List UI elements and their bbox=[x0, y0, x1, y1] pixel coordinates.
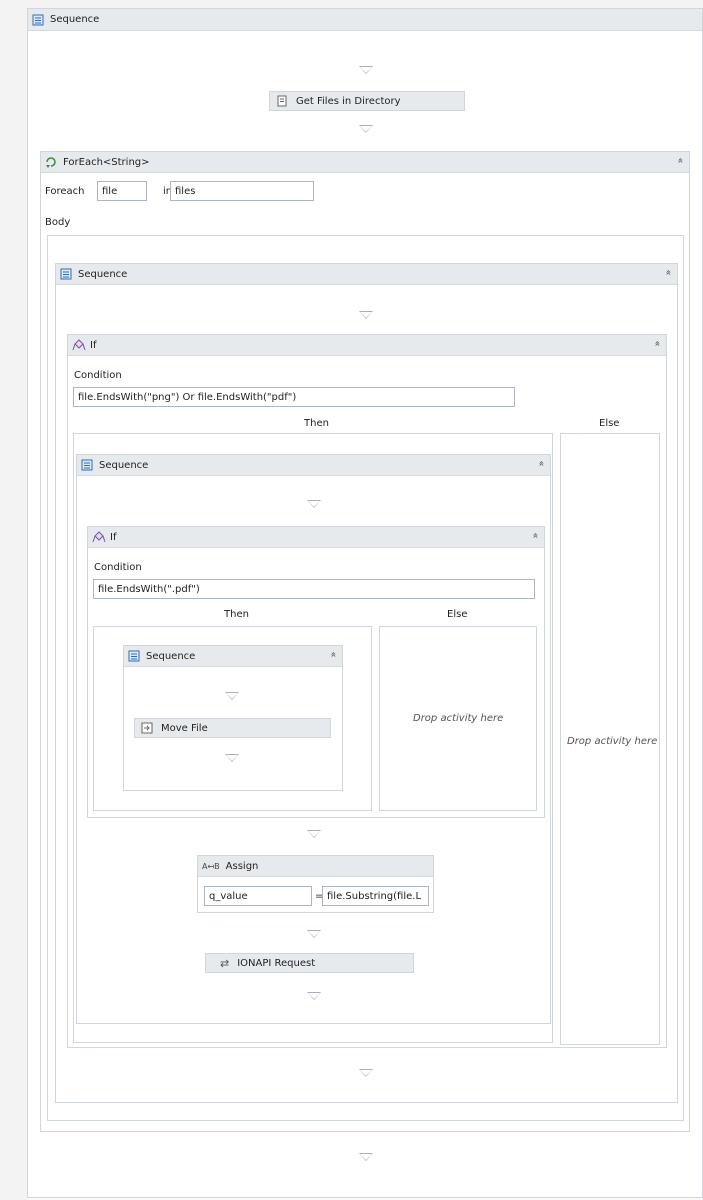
if-outer-then[interactable]: Sequence « If « Condition file.EndsWith(… bbox=[73, 433, 553, 1043]
condition-label: Condition bbox=[94, 562, 142, 573]
foreach-label: Foreach bbox=[45, 186, 85, 197]
drop-arrow-icon[interactable] bbox=[307, 992, 321, 1000]
then-label: Then bbox=[304, 418, 329, 429]
condition-field[interactable]: file.EndsWith("png") Or file.EndsWith("p… bbox=[73, 387, 515, 407]
foreach-icon bbox=[45, 156, 57, 168]
else-label: Else bbox=[599, 418, 620, 429]
collapse-icon[interactable]: « bbox=[651, 340, 662, 346]
drop-arrow-icon[interactable] bbox=[359, 311, 373, 319]
foreach-collection-field[interactable]: files bbox=[170, 181, 314, 201]
if-outer-title: If bbox=[90, 339, 97, 351]
move-file-activity[interactable]: Move File bbox=[134, 718, 331, 738]
if-inner-then[interactable]: Sequence « Move File bbox=[93, 626, 372, 811]
sequence-icon bbox=[128, 650, 140, 662]
foreach-item-field[interactable]: file bbox=[97, 181, 147, 201]
sequence-inner-title: Sequence bbox=[146, 650, 196, 662]
sequence-inner[interactable]: Sequence « Move File bbox=[123, 645, 343, 791]
get-files-activity[interactable]: Get Files in Directory bbox=[269, 91, 465, 111]
if-icon bbox=[92, 531, 106, 543]
drop-activity-placeholder: Drop activity here bbox=[567, 736, 658, 747]
if-outer-else[interactable]: Drop activity here bbox=[560, 433, 660, 1045]
else-label: Else bbox=[447, 609, 468, 620]
move-file-label: Move File bbox=[161, 722, 208, 734]
foreach-header[interactable]: ForEach<String> « bbox=[41, 152, 689, 173]
drop-arrow-icon[interactable] bbox=[359, 1153, 373, 1161]
ionapi-request-activity[interactable]: ⇄ IONAPI Request bbox=[205, 953, 414, 973]
drop-arrow-icon[interactable] bbox=[359, 66, 373, 74]
sequence-icon bbox=[32, 14, 44, 26]
if-icon bbox=[72, 339, 86, 351]
collapse-icon[interactable]: « bbox=[535, 460, 546, 466]
foreach-title: ForEach<String> bbox=[63, 156, 150, 168]
root-sequence-title: Sequence bbox=[50, 14, 100, 25]
assign-activity[interactable]: A↤B Assign q_value = file.Substring(file… bbox=[197, 855, 434, 913]
condition-label: Condition bbox=[74, 370, 122, 381]
root-sequence-header[interactable]: Sequence bbox=[28, 9, 702, 31]
sequence-then-title: Sequence bbox=[99, 459, 149, 471]
workflow-canvas: Sequence Get Files in Directory ForEach<… bbox=[27, 8, 703, 1200]
drop-arrow-icon[interactable] bbox=[225, 754, 239, 762]
sequence-outer[interactable]: Sequence « If « Condition file.EndsWith(… bbox=[55, 263, 678, 1103]
drop-arrow-icon[interactable] bbox=[307, 500, 321, 508]
body-label: Body bbox=[45, 217, 71, 228]
collapse-icon[interactable]: « bbox=[674, 157, 685, 163]
assign-icon: A↤B bbox=[202, 861, 220, 871]
if-inner-title: If bbox=[110, 531, 117, 543]
drop-arrow-icon[interactable] bbox=[225, 692, 239, 700]
condition-field[interactable]: file.EndsWith(".pdf") bbox=[93, 579, 535, 599]
sequence-then-header[interactable]: Sequence « bbox=[77, 455, 550, 476]
collapse-icon[interactable]: « bbox=[662, 269, 673, 275]
sequence-icon bbox=[60, 268, 72, 280]
sequence-icon bbox=[81, 459, 93, 471]
ionapi-label: IONAPI Request bbox=[237, 957, 316, 969]
drop-arrow-icon[interactable] bbox=[307, 830, 321, 838]
sequence-outer-title: Sequence bbox=[78, 268, 128, 280]
drop-arrow-icon[interactable] bbox=[359, 1069, 373, 1077]
ionapi-icon: ⇄ bbox=[220, 956, 230, 970]
sequence-outer-header[interactable]: Sequence « bbox=[56, 264, 677, 285]
if-outer-header[interactable]: If « bbox=[68, 335, 666, 356]
if-inner-else[interactable]: Drop activity here bbox=[379, 626, 537, 811]
drop-activity-placeholder: Drop activity here bbox=[413, 713, 504, 724]
if-inner[interactable]: If « Condition file.EndsWith(".pdf") The… bbox=[87, 526, 545, 818]
collapse-icon[interactable]: « bbox=[529, 532, 540, 538]
move-file-icon bbox=[141, 722, 153, 734]
sequence-inner-header[interactable]: Sequence « bbox=[124, 646, 342, 667]
if-outer[interactable]: If « Condition file.EndsWith("png") Or f… bbox=[67, 334, 667, 1048]
assign-title: Assign bbox=[225, 860, 259, 872]
root-sequence[interactable]: Sequence Get Files in Directory ForEach<… bbox=[27, 8, 703, 1198]
assign-to-field[interactable]: q_value bbox=[204, 886, 312, 906]
foreach-activity[interactable]: ForEach<String> « Foreach file in files … bbox=[40, 151, 690, 1132]
sequence-then[interactable]: Sequence « If « Condition file.EndsWith(… bbox=[76, 454, 551, 1024]
collapse-icon[interactable]: « bbox=[327, 651, 338, 657]
drop-arrow-icon[interactable] bbox=[359, 125, 373, 133]
drop-arrow-icon[interactable] bbox=[307, 930, 321, 938]
assign-value-field[interactable]: file.Substring(file.L bbox=[322, 886, 429, 906]
get-files-label: Get Files in Directory bbox=[296, 95, 401, 107]
foreach-body[interactable]: Sequence « If « Condition file.EndsWith(… bbox=[47, 235, 684, 1121]
assign-header[interactable]: A↤B Assign bbox=[198, 856, 433, 877]
document-icon bbox=[276, 95, 288, 107]
then-label: Then bbox=[224, 609, 249, 620]
if-inner-header[interactable]: If « bbox=[88, 527, 544, 548]
